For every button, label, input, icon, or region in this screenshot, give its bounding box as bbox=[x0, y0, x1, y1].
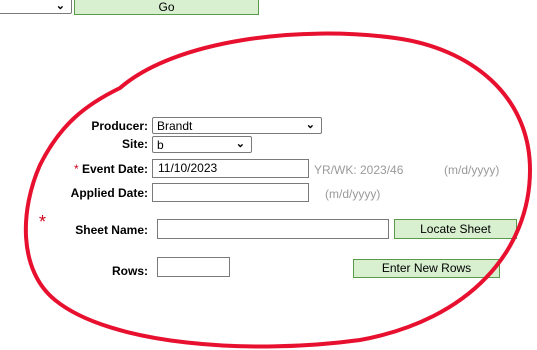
sheet-name-label: Sheet Name: bbox=[75, 223, 148, 237]
event-date-input[interactable]: 11/10/2023 bbox=[152, 159, 309, 178]
applied-date-format: (m/d/yyyy) bbox=[325, 187, 381, 201]
site-label: Site: bbox=[121, 137, 148, 151]
go-button[interactable]: Go bbox=[74, 0, 259, 15]
sheet-name-required-marker: * bbox=[39, 212, 47, 232]
event-date-label: Event Date: bbox=[81, 162, 148, 176]
rows-label: Rows: bbox=[112, 264, 148, 278]
producer-value: Brandt bbox=[157, 119, 193, 133]
producer-select[interactable]: Brandt ⌄ bbox=[152, 117, 322, 134]
site-select[interactable]: b ⌄ bbox=[152, 136, 252, 153]
rows-input[interactable] bbox=[157, 257, 230, 277]
event-date-format: (m/d/yyyy) bbox=[444, 163, 500, 177]
enter-new-rows-button[interactable]: Enter New Rows bbox=[353, 259, 500, 278]
producer-label: Producer: bbox=[91, 119, 148, 133]
applied-date-label: Applied Date: bbox=[70, 186, 148, 200]
chevron-down-icon: ⌄ bbox=[235, 138, 245, 150]
applied-date-input[interactable] bbox=[152, 183, 309, 202]
chevron-down-icon: ⌄ bbox=[305, 119, 315, 131]
chevron-down-icon: ⌄ bbox=[55, 0, 65, 12]
top-select[interactable]: ⌄ bbox=[0, 0, 72, 14]
event-date-label-wrap: * Event Date: bbox=[74, 162, 148, 176]
event-week: YR/WK: 2023/46 bbox=[314, 163, 404, 177]
locate-sheet-button[interactable]: Locate Sheet bbox=[394, 219, 517, 239]
sheet-name-input[interactable] bbox=[157, 219, 389, 239]
site-value: b bbox=[157, 138, 164, 152]
required-marker: * bbox=[73, 162, 79, 176]
